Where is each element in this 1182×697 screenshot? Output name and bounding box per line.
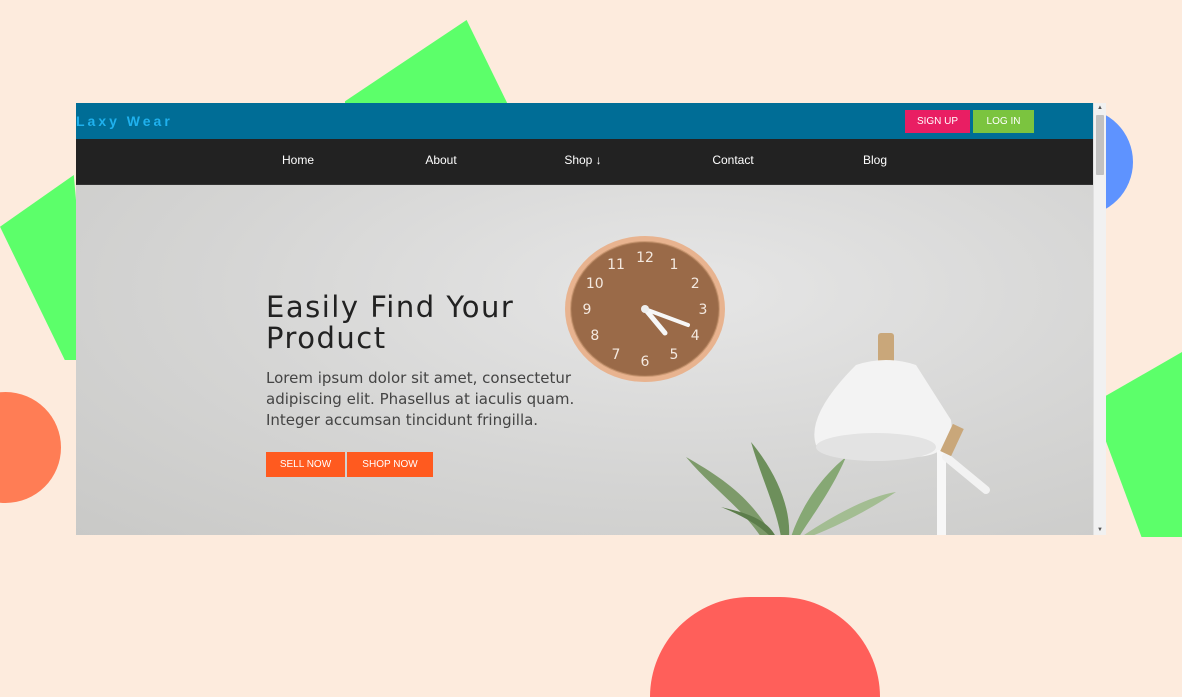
vertical-scrollbar[interactable]: ▲ ▼ <box>1093 103 1106 535</box>
nav-item-blog[interactable]: Blog <box>863 153 887 167</box>
hero-section: 12 1 2 3 4 5 6 7 8 9 10 11 Easily Find Y… <box>76 185 1094 535</box>
signup-button[interactable]: SIGN UP <box>905 110 970 133</box>
clock-numeral: 4 <box>691 328 700 344</box>
brand-logo[interactable]: Laxy Wear <box>76 113 173 129</box>
nav-item-contact[interactable]: Contact <box>712 153 753 167</box>
browser-window: Laxy Wear SIGN UP LOG IN Home About Shop… <box>76 103 1106 535</box>
top-bar: Laxy Wear SIGN UP LOG IN <box>76 103 1094 139</box>
clock-numeral: 6 <box>641 354 650 370</box>
clock-numeral: 12 <box>636 250 654 266</box>
decorative-orange-circle <box>0 392 61 503</box>
hero-description: Lorem ipsum dolor sit amet, consectetur … <box>266 369 575 429</box>
scroll-up-arrow-icon[interactable]: ▲ <box>1094 103 1106 113</box>
clock-numeral: 11 <box>607 257 625 273</box>
clock-numeral: 10 <box>586 276 604 292</box>
scrollbar-thumb[interactable] <box>1096 115 1104 175</box>
clock-numeral: 1 <box>670 257 679 273</box>
clock-numeral: 5 <box>670 347 679 363</box>
clock-numeral: 9 <box>583 302 592 318</box>
web-page: Laxy Wear SIGN UP LOG IN Home About Shop… <box>76 103 1094 535</box>
decorative-red-semicircle <box>650 597 880 697</box>
clock-numeral: 7 <box>612 347 621 363</box>
shop-now-button[interactable]: SHOP NOW <box>347 452 433 477</box>
clock-numeral: 8 <box>590 328 599 344</box>
clock-image: 12 12 3 45 6 78 9 1011 <box>565 236 725 382</box>
main-navigation: Home About Shop ↓ Contact Blog <box>76 139 1094 185</box>
clock-numeral: 2 <box>691 276 700 292</box>
login-button[interactable]: LOG IN <box>973 110 1034 133</box>
lamp-image <box>814 333 990 535</box>
hero-title: Easily Find Your Product <box>266 290 515 356</box>
nav-item-home[interactable]: Home <box>282 153 314 167</box>
scroll-down-arrow-icon[interactable]: ▼ <box>1094 525 1106 535</box>
nav-item-shop[interactable]: Shop ↓ <box>564 153 601 167</box>
nav-item-about[interactable]: About <box>425 153 456 167</box>
sell-now-button[interactable]: SELL NOW <box>266 452 345 477</box>
clock-numeral: 3 <box>699 302 708 318</box>
